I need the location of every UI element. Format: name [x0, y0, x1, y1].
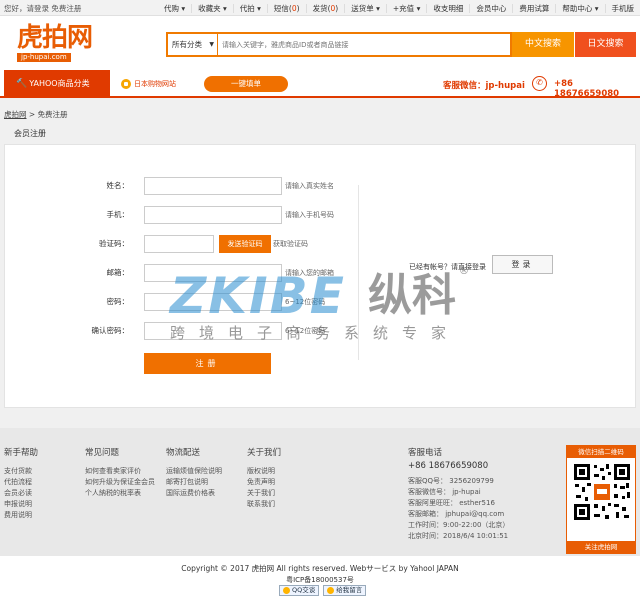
- qq-icon: [283, 587, 290, 594]
- one-click-order-button[interactable]: 一键填单: [204, 76, 288, 92]
- top-nav: 代购 ▾ 收藏夹 ▾ 代拍 ▾ 短信(0) 发货(0) 送货单 ▾ +充值 ▾ 收支明细 会员中…: [158, 0, 640, 16]
- top-nav-item[interactable]: 收支明细: [426, 3, 469, 13]
- top-nav-item[interactable]: 送货单 ▾: [344, 3, 386, 13]
- jp-shopping-link[interactable]: 日本购物网站: [121, 79, 176, 89]
- footer-col-about: 关于我们 版权说明 免责声明 关于我们 联系我们: [247, 448, 282, 510]
- count-badge: 0: [330, 3, 336, 13]
- search-chinese-button[interactable]: 中文搜索: [512, 32, 574, 57]
- count-badge: 0: [291, 3, 297, 13]
- wechat-qr-box: 微信扫描二维码 关注虎拍网: [566, 445, 636, 554]
- login-button[interactable]: 登录: [492, 255, 553, 274]
- top-nav-item[interactable]: 发货(0): [305, 3, 345, 13]
- message-icon: [327, 587, 335, 594]
- watermark-subtitle: 跨境电子商务系统专家: [170, 324, 461, 342]
- greeting: 您好，请登录 免费注册: [4, 3, 81, 14]
- qq-chat-button[interactable]: QQ交谈: [279, 585, 320, 596]
- footer-link[interactable]: 邮寄打包说明: [166, 477, 222, 488]
- chevron-down-icon: ▾: [220, 3, 227, 13]
- name-row: 姓名： 请输入真实姓名: [5, 177, 365, 195]
- footer-link[interactable]: 如何查看卖家评价: [85, 466, 155, 477]
- top-nav-item[interactable]: 代拍 ▾: [232, 3, 267, 13]
- footer-link[interactable]: 如何升级为保证金会员: [85, 477, 155, 488]
- hammer-icon: 🔨: [16, 79, 28, 89]
- mobile-input[interactable]: [144, 206, 282, 224]
- search-input[interactable]: [222, 34, 510, 55]
- breadcrumb-current: 免费注册: [37, 110, 68, 119]
- logo-text: 虎拍网: [17, 23, 93, 53]
- shopping-bag-icon: [121, 79, 131, 89]
- footer-link[interactable]: 个人納税的稅率表: [85, 488, 155, 499]
- search-japanese-button[interactable]: 日文搜索: [575, 32, 636, 57]
- chevron-down-icon: ▾: [414, 3, 421, 13]
- footer-col-faq: 常见问题 如何查看卖家评价 如何升级为保证金会员 个人納税的稅率表: [85, 448, 155, 499]
- mobile-row: 手机： 请输入手机号码: [5, 206, 365, 224]
- copyright: Copyright © 2017 虎拍网 All rights reserved…: [181, 564, 459, 573]
- breadcrumb: 虎拍网 > 免费注册: [4, 110, 68, 119]
- register-submit-button[interactable]: 注册: [144, 353, 271, 374]
- site-logo[interactable]: 虎拍网 jp-hupai.com: [17, 24, 97, 64]
- qr-code-icon: [572, 462, 632, 522]
- top-nav-item[interactable]: 手机版: [604, 3, 640, 13]
- chevron-down-icon: ▼: [209, 41, 214, 48]
- footer-link[interactable]: 版权说明: [247, 466, 281, 477]
- footer-link[interactable]: 免责声明: [247, 477, 281, 488]
- top-nav-item[interactable]: 费用试算: [512, 3, 555, 13]
- register-link[interactable]: 免费注册: [51, 4, 81, 13]
- footer-col-shipping: 物流配送 运输烦值保险说明 邮寄打包说明 国际运费价格表: [166, 448, 222, 499]
- contact-badges: QQ交谈 给我留言: [279, 585, 367, 596]
- code-row: 验证码： 发送验证码 获取验证码: [5, 235, 365, 253]
- search-category-select[interactable]: 所有分类 ▼: [168, 34, 218, 55]
- footer: 新手帮助 支付货款 代拍流程 会员必读 申报说明 费用说明 常见问题 如何查看卖…: [0, 428, 640, 556]
- top-nav-item[interactable]: +充值 ▾: [385, 3, 426, 13]
- icp-license[interactable]: 粤ICP备18000537号: [0, 575, 640, 585]
- phone-icon: ✆: [532, 76, 547, 91]
- footer-link[interactable]: 运输烦值保险说明: [166, 466, 222, 477]
- chevron-down-icon: ▾: [373, 3, 380, 13]
- main-nav: 🔨 YAHOO商品分类 日本购物网站 一键填单 客服微信：jp-hupai ✆ +…: [0, 70, 640, 99]
- name-input[interactable]: [144, 177, 282, 195]
- footer-link[interactable]: 国际运费价格表: [166, 488, 222, 499]
- footer-col-help: 新手帮助 支付货款 代拍流程 会员必读 申报说明 费用说明: [4, 448, 39, 521]
- page-title: 会员注册: [14, 129, 46, 138]
- footer-link[interactable]: 关于我们: [247, 488, 281, 499]
- top-nav-item[interactable]: 收藏夹 ▾: [191, 3, 233, 13]
- login-link[interactable]: 您好，请登录: [4, 4, 49, 13]
- top-bar: 您好，请登录 免费注册 代购 ▾ 收藏夹 ▾ 代拍 ▾ 短信(0) 发货(0) 送货单 ▾…: [0, 0, 640, 16]
- top-nav-item[interactable]: 代购 ▾: [158, 4, 191, 13]
- watermark-registered: ®: [459, 266, 469, 277]
- chevron-down-icon: ▾: [592, 3, 599, 13]
- top-nav-item[interactable]: 短信(0): [266, 3, 306, 13]
- phone-number: +86 18676659080: [554, 79, 620, 99]
- chevron-down-icon: ▾: [254, 3, 261, 13]
- watermark-cn: 纵科: [368, 270, 456, 321]
- footer-link[interactable]: 申报说明: [4, 499, 38, 510]
- footer-link[interactable]: 会员必读: [4, 488, 38, 499]
- footer-link[interactable]: 联系我们: [247, 499, 281, 510]
- top-nav-item[interactable]: 帮助中心 ▾: [555, 3, 604, 13]
- code-input[interactable]: [144, 235, 214, 253]
- wechat-contact: 客服微信：jp-hupai: [443, 81, 525, 91]
- watermark-brand: ZKIBE: [170, 267, 346, 325]
- footer-link[interactable]: 支付货款: [4, 466, 38, 477]
- chevron-down-icon: ▾: [178, 3, 186, 13]
- customer-service: 客服电话 +86 18676659080 客服QQ号： 3256209799 客…: [408, 448, 510, 540]
- logo-url: jp-hupai.com: [17, 53, 71, 62]
- service-phone: +86 18676659080: [408, 461, 489, 471]
- leave-message-button[interactable]: 给我留言: [323, 585, 367, 596]
- yahoo-category-tab[interactable]: 🔨 YAHOO商品分类: [4, 70, 110, 98]
- footer-link[interactable]: 费用说明: [4, 510, 38, 521]
- breadcrumb-home[interactable]: 虎拍网: [4, 110, 27, 119]
- top-nav-item[interactable]: 会员中心: [469, 3, 512, 13]
- send-code-button[interactable]: 发送验证码: [219, 235, 271, 253]
- footer-link[interactable]: 代拍流程: [4, 477, 38, 488]
- search-bar: 所有分类 ▼: [166, 32, 512, 57]
